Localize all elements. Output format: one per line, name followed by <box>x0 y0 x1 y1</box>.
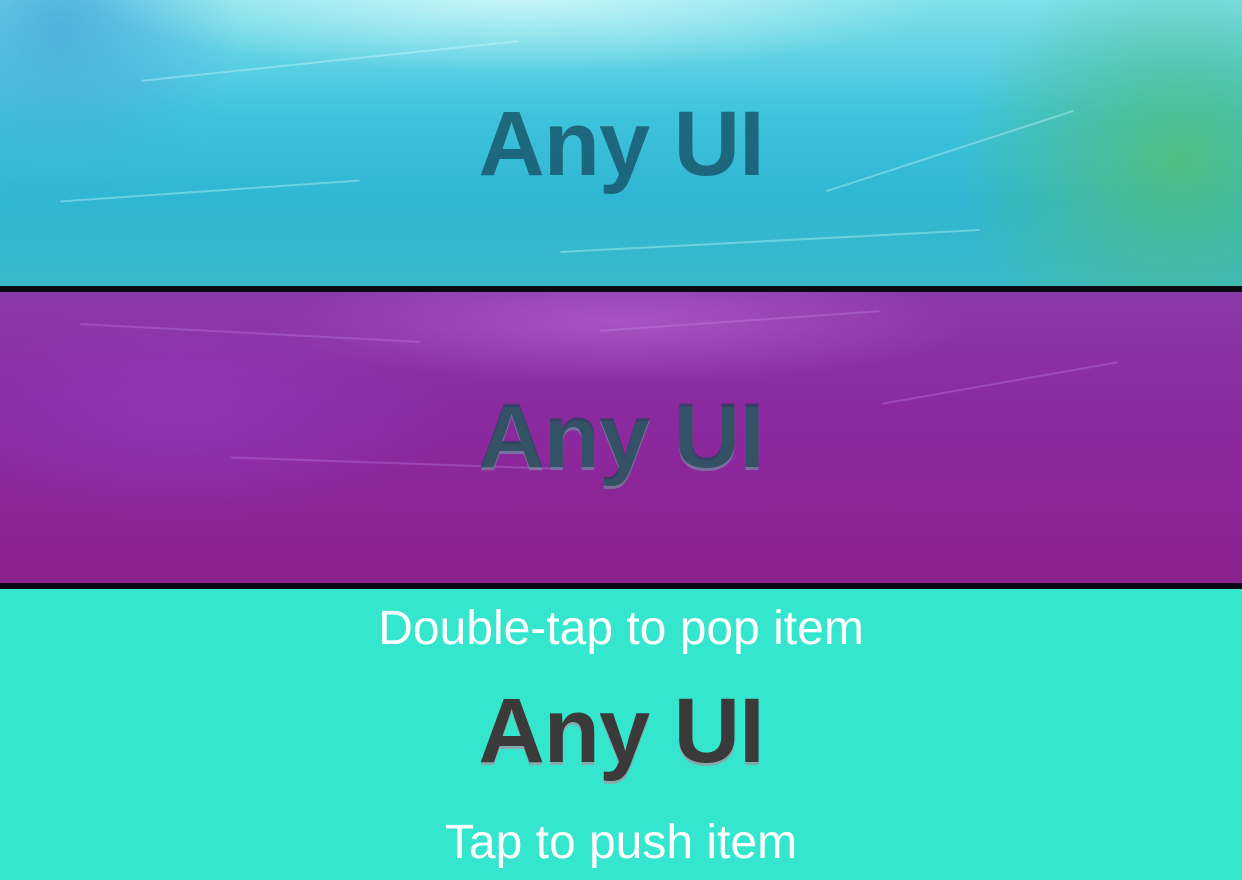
stack-item-top[interactable]: Double-tap to pop item Any UI Tap to pus… <box>0 589 1242 880</box>
wave-highlight <box>80 323 420 343</box>
double-tap-pop-hint: Double-tap to pop item <box>378 602 864 655</box>
stack-item-bottom: Any UI <box>0 0 1242 286</box>
wave-highlight <box>560 229 980 253</box>
card-stack: Any UI Any UI Double-tap to pop item Any… <box>0 0 1242 880</box>
stack-item-title: Any UI <box>478 93 764 195</box>
stack-item-title: Any UI <box>478 680 764 782</box>
tap-push-hint: Tap to push item <box>444 816 798 869</box>
stack-item-middle: Any UI <box>0 292 1242 583</box>
wave-highlight <box>600 310 880 332</box>
stack-item-title: Any UI <box>478 385 764 487</box>
wave-highlight <box>140 40 520 82</box>
